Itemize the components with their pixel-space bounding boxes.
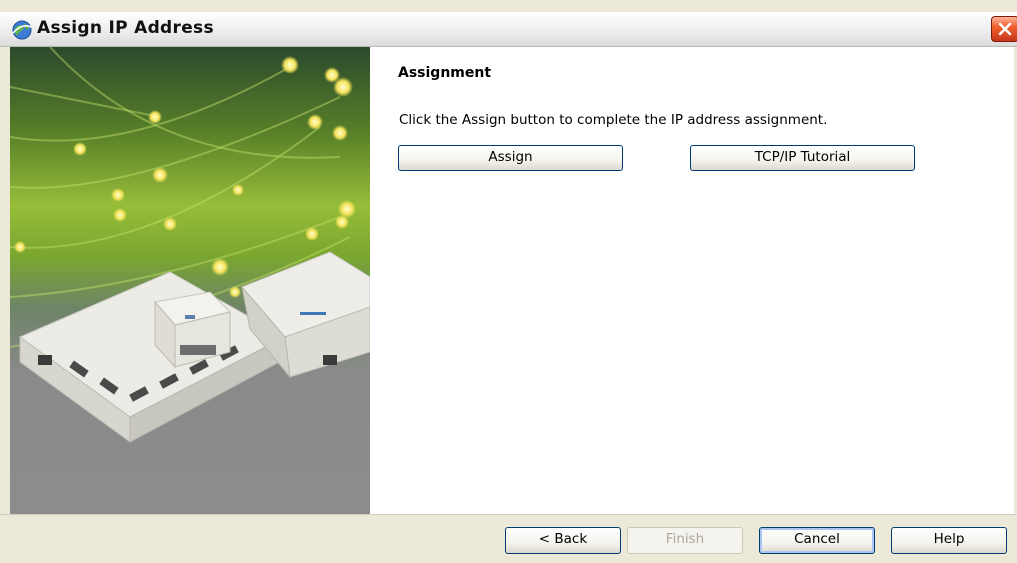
assign-button[interactable]: Assign: [398, 145, 623, 171]
window-title: Assign IP Address: [37, 18, 214, 38]
network-globe-icon: [11, 19, 33, 41]
left-border: [0, 47, 10, 514]
tcpip-tutorial-button[interactable]: TCP/IP Tutorial: [690, 145, 915, 171]
wizard-footer: < Back Finish Cancel Help: [0, 514, 1017, 563]
back-button[interactable]: < Back: [505, 527, 621, 554]
side-banner-image: [10, 47, 370, 514]
wizard-body: Assignment Click the Assign button to co…: [0, 47, 1017, 514]
close-x-icon: [998, 22, 1012, 36]
assign-ip-dialog: Assign IP Address Assignment Click the A…: [0, 12, 1017, 563]
title-bar[interactable]: Assign IP Address: [0, 12, 1017, 47]
section-heading: Assignment: [398, 65, 492, 81]
close-button[interactable]: [991, 16, 1017, 42]
cancel-button[interactable]: Cancel: [759, 527, 875, 554]
finish-button: Finish: [627, 527, 743, 554]
instruction-text: Click the Assign button to complete the …: [399, 112, 828, 128]
help-button[interactable]: Help: [891, 527, 1007, 554]
